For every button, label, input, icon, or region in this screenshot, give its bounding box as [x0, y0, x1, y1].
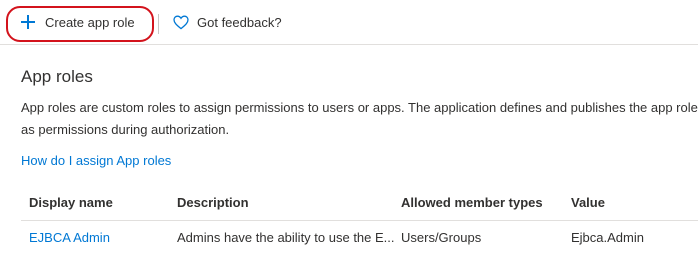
plus-icon: [21, 15, 35, 29]
got-feedback-label: Got feedback?: [197, 14, 282, 30]
assign-app-roles-help-link[interactable]: How do I assign App roles: [21, 153, 171, 168]
column-header-display-name[interactable]: Display name: [29, 186, 169, 220]
table-header-row: Display name Description Allowed member …: [21, 186, 698, 221]
app-role-description: Admins have the ability to use the E...: [177, 230, 395, 245]
toolbar-divider: [158, 14, 159, 34]
app-role-allowed-member-types: Users/Groups: [401, 230, 482, 245]
description-line-2: as permissions during authorization.: [21, 122, 230, 137]
app-role-display-name-link[interactable]: EJBCA Admin: [29, 221, 169, 255]
column-header-allowed-member-types[interactable]: Allowed member types: [401, 186, 561, 220]
app-role-value: Ejbca.Admin: [571, 230, 644, 245]
got-feedback-button[interactable]: Got feedback?: [173, 8, 282, 36]
create-app-role-button[interactable]: Create app role: [21, 8, 135, 36]
heart-icon: [173, 15, 189, 29]
description-line-1: App roles are custom roles to assign per…: [21, 100, 698, 115]
column-header-description[interactable]: Description: [177, 186, 395, 220]
command-bar: Create app role Got feedback?: [0, 0, 698, 45]
table-row[interactable]: EJBCA Admin Admins have the ability to u…: [21, 221, 698, 255]
page-title: App roles: [21, 67, 93, 86]
create-app-role-label: Create app role: [45, 14, 135, 30]
section-description: App roles are custom roles to assign per…: [21, 97, 698, 141]
app-roles-table: Display name Description Allowed member …: [21, 186, 698, 255]
column-header-value[interactable]: Value: [571, 186, 691, 220]
